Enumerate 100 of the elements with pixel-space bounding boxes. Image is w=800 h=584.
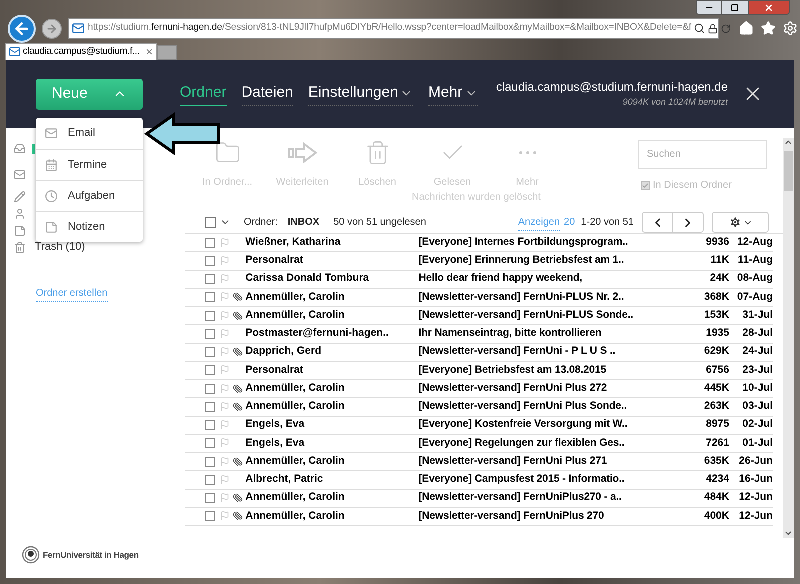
favorites-icon[interactable] (761, 21, 776, 36)
inbox-icon[interactable] (14, 143, 26, 155)
note-icon (45, 220, 58, 234)
close-window-button[interactable] (748, 0, 790, 15)
close-icon (764, 2, 774, 12)
date-cell-text: 26-Jun (738, 454, 773, 469)
home-icon[interactable] (739, 21, 754, 36)
sender-cell-text: Annemüller, Carolin (246, 399, 346, 414)
subject-cell-text: [Newsletter-versand] FernUniPlus270 - a.. (418, 490, 623, 506)
mail-icon[interactable] (14, 169, 26, 181)
search-field[interactable]: Suchen (638, 140, 767, 169)
maximize-button[interactable] (722, 0, 748, 15)
scroll-down-icon[interactable] (784, 529, 793, 538)
nav-tab[interactable]: Mehr (428, 82, 478, 106)
row-checkbox[interactable] (205, 402, 215, 412)
menu-item[interactable]: Notizen (36, 211, 143, 242)
user-email: claudia.campus@studium.fernuni-hagen.de (496, 79, 728, 96)
row-checkbox[interactable] (205, 256, 215, 266)
message-row[interactable]: Carissa Donald Tombura Hello dear friend happy weekend, 24K 08-Aug (185, 270, 773, 289)
row-checkbox[interactable] (205, 493, 215, 504)
message-row[interactable]: Annemüller, Carolin [Newsletter-versand] FernUni-PLUS Nr. 2.. 368K 07-Aug (185, 288, 773, 307)
logo-text: FernUniversität in Hagen (43, 548, 139, 562)
row-checkbox[interactable] (205, 328, 215, 339)
menu-item[interactable]: Termine (36, 149, 143, 180)
subject-cell-text: [Newsletter-versand] FernUni-PLUS Nr. 2.. (418, 290, 626, 304)
message-row[interactable]: Annemüller, Carolin [Newsletter-versand] FernUni Plus Sonde.. 263K 03-Jul (185, 398, 773, 416)
scrollbar[interactable] (783, 138, 794, 538)
row-checkbox[interactable] (205, 310, 215, 321)
message-row[interactable]: Postmaster@fernuni-hagen.. Ihr Namenseintrag, bitte kontrollieren 1935 28-Jul (185, 325, 773, 344)
sender-cell-text: Annemüller, Carolin (246, 290, 346, 304)
nav-tab[interactable]: Dateien (242, 82, 294, 106)
date-cell-text: 08-Aug (736, 271, 773, 286)
message-row[interactable]: Annemüller, Carolin [Newsletter-versand] FernUniPlus 270 400K 12-Jun (185, 508, 773, 526)
message-row[interactable]: Albrecht, Patric [Everyone] Campusfest 2015 - Informatio.. 4234 16-Jun (185, 471, 773, 490)
draft-icon[interactable] (14, 190, 26, 202)
tab-title: claudia.campus@studium.f... (23, 44, 140, 59)
message-row[interactable]: Annemüller, Carolin [Newsletter-versand] FernUniPlus270 - a.. 484K 12-Jun (185, 490, 773, 508)
more-icon (518, 151, 536, 155)
row-checkbox[interactable] (205, 365, 215, 376)
row-checkbox[interactable] (205, 420, 215, 430)
sender-cell-text: Annemüller, Carolin (246, 380, 346, 396)
scrollbar-thumb[interactable] (784, 151, 793, 191)
date-cell-text: 01-Jul (742, 436, 773, 450)
message-row[interactable]: Dapprich, Gerd [Newsletter-versand] FernUni - P L U S .. 629K 24-Jul (185, 344, 773, 362)
menu-item[interactable]: Aufgaben (36, 180, 143, 211)
scope-checkbox[interactable] (641, 181, 650, 190)
select-all-checkbox[interactable] (205, 217, 216, 228)
sender-cell-text: Annemüller, Carolin (246, 454, 346, 469)
sender-cell-text: Personalrat (246, 253, 304, 268)
sidebar-item[interactable]: Trash (10) (35, 239, 86, 256)
range-text: 1-20 von 51 (581, 216, 634, 230)
refresh-icon[interactable] (721, 24, 732, 34)
back-button[interactable] (8, 14, 36, 42)
nav-tab[interactable]: Einstellungen (308, 82, 414, 106)
forward-button[interactable] (42, 18, 62, 38)
nav-tab[interactable]: Ordner (180, 82, 227, 106)
browser-tab[interactable]: claudia.campus@studium.f... × (5, 43, 157, 60)
size-cell-text: 484K (703, 490, 730, 506)
tab-close-button[interactable]: × (146, 46, 153, 58)
row-checkbox[interactable] (205, 292, 215, 302)
subject-cell-text: [Newsletter-versand] FernUni-PLUS Sonde.. (418, 308, 634, 323)
row-checkbox[interactable] (205, 238, 215, 248)
scroll-up-icon[interactable] (784, 138, 793, 147)
row-checkbox[interactable] (205, 347, 215, 358)
date-cell-text: 24-Jul (742, 344, 773, 360)
quota-text: 9094K von 1024M benutzt (622, 96, 728, 110)
subject-cell-text: [Newsletter-versand] FernUni Plus 272 (418, 380, 608, 396)
search-icon[interactable] (694, 23, 706, 34)
forward-arrow-icon (286, 142, 318, 164)
trash-icon[interactable] (14, 242, 26, 254)
subject-cell-text: [Everyone] Regelungen zur flexiblen Ges.. (418, 436, 626, 450)
message-row[interactable]: Annemüller, Carolin [Newsletter-versand] FernUni Plus 271 635K 26-Jun (185, 453, 773, 472)
size-cell-text: 6756 (705, 362, 730, 378)
contacts-icon[interactable] (14, 208, 26, 220)
date-cell-text: 02-Jul (742, 417, 773, 432)
message-row[interactable]: Engels, Eva [Everyone] Regelungen zur flexiblen Ges.. 7261 01-Jul (185, 434, 773, 453)
next-page-button[interactable] (673, 212, 704, 233)
row-checkbox[interactable] (205, 438, 215, 448)
notes-icon[interactable] (14, 224, 26, 236)
minimize-button[interactable] (696, 0, 722, 15)
row-checkbox[interactable] (205, 456, 215, 467)
message-row[interactable]: Personalrat [Everyone] Betriebsfest am 13.08.2015 6756 23-Jul (185, 362, 773, 380)
gear-icon (728, 216, 742, 229)
settings-button[interactable] (712, 212, 769, 233)
message-row[interactable]: Personalrat [Everyone] Erinnerung Betriebsfest am 1.. 11K 11-Aug (185, 252, 773, 270)
message-row[interactable]: Annemüller, Carolin [Newsletter-versand] FernUni-PLUS Sonde.. 153K 31-Jul (185, 307, 773, 326)
sender-cell-text: Annemüller, Carolin (246, 308, 346, 323)
row-checkbox[interactable] (205, 384, 215, 394)
date-cell-text: 28-Jul (742, 326, 773, 341)
previous-page-button[interactable] (642, 212, 673, 233)
size-cell-text: 368K (703, 290, 730, 304)
row-checkbox[interactable] (205, 511, 215, 522)
message-row[interactable]: Annemüller, Carolin [Newsletter-versand] FernUni Plus 272 445K 10-Jul (185, 380, 773, 398)
message-row[interactable]: Wießner, Katharina [Everyone] Internes Fortbildungsprogram.. 9936 12-Aug (185, 234, 773, 252)
row-checkbox[interactable] (205, 274, 215, 284)
menu-item[interactable]: Email (36, 118, 143, 149)
date-cell-text: 12-Aug (736, 234, 773, 250)
settings-icon[interactable] (783, 21, 798, 36)
message-row[interactable]: Engels, Eva [Everyone] Kostenfreie Versorgung mit W.. 8975 02-Jul (185, 416, 773, 435)
row-checkbox[interactable] (205, 474, 215, 485)
